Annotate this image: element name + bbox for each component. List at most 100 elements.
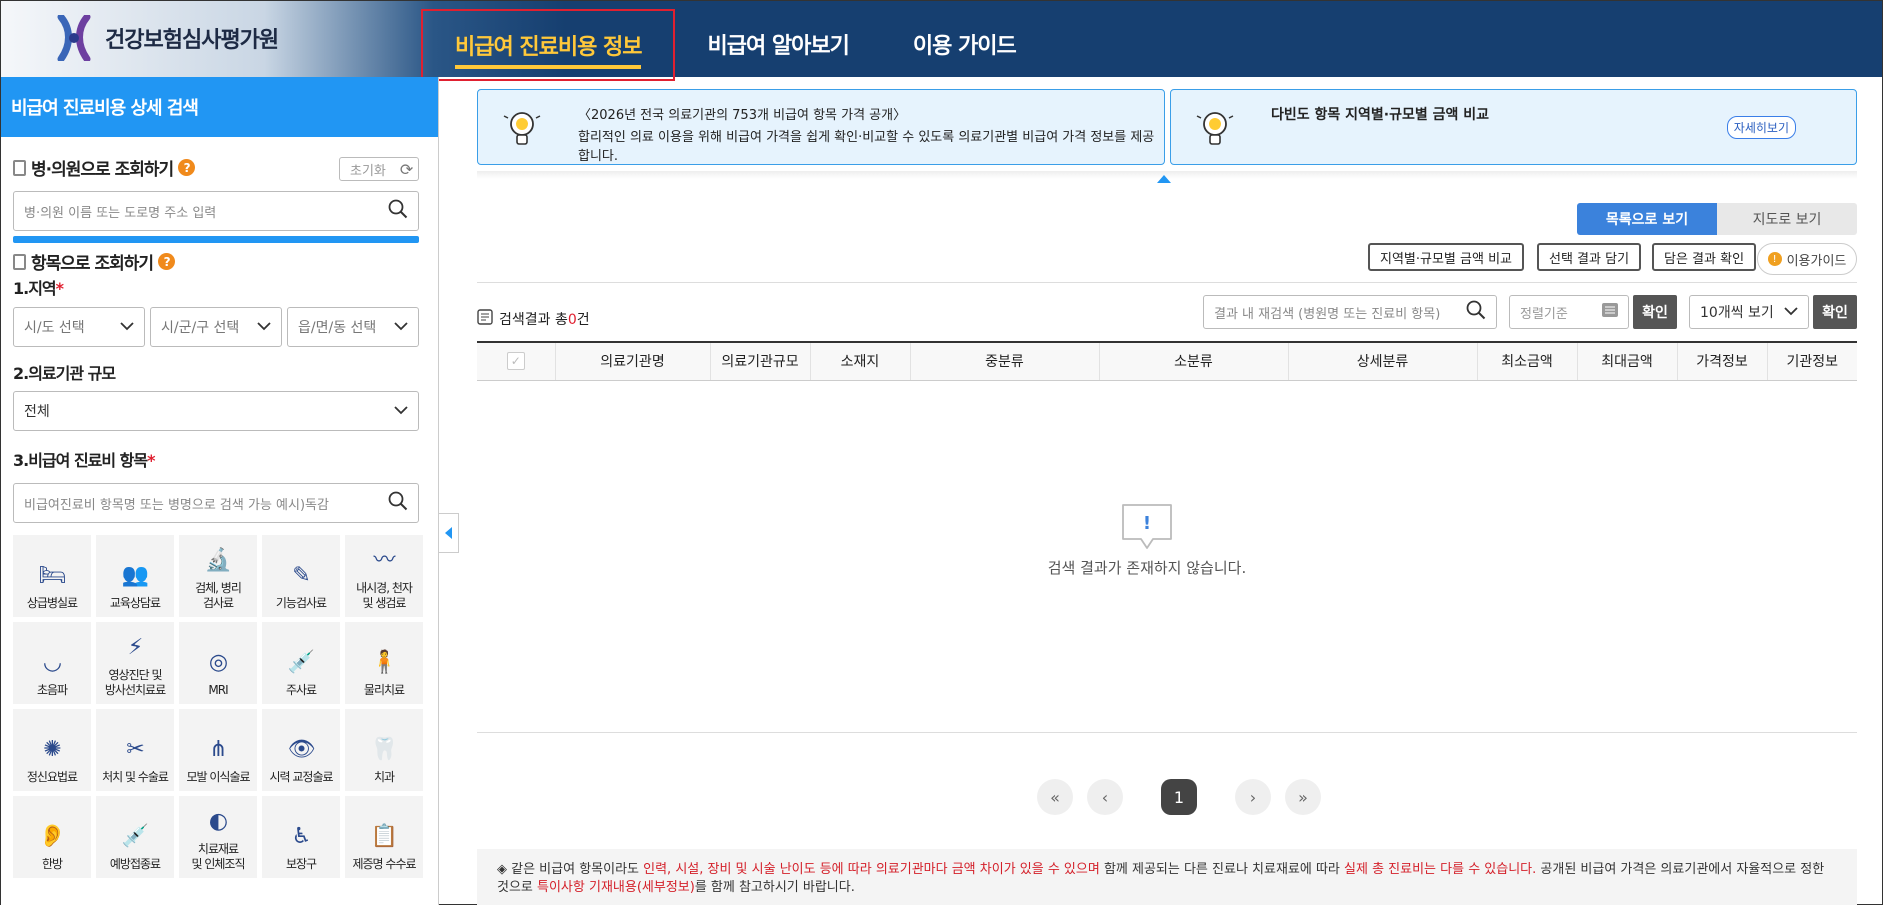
- category-tile[interactable]: 👁 시력 교정술료: [262, 709, 340, 791]
- category-label: 주사료: [285, 683, 317, 697]
- category-tile[interactable]: 💉 예방접종료: [96, 796, 174, 878]
- category-tile[interactable]: 💉 주사료: [262, 622, 340, 704]
- col-mid-category[interactable]: 중분류: [909, 341, 1099, 381]
- eupmyeondong-select[interactable]: 읍/면/동 선택: [287, 307, 419, 347]
- item-search-input[interactable]: 비급여진료비 항목명 또는 병명으로 검색 가능 예시)독감: [13, 483, 419, 523]
- help-icon[interactable]: ?: [178, 159, 196, 176]
- items-label-text: 3.비급여 진료비 항목: [13, 451, 148, 470]
- price-disclosure-banner[interactable]: 〈2026년 전국 의료기관의 753개 비급여 항목 가격 공개〉 합리적인 …: [477, 89, 1165, 165]
- category-tile[interactable]: 📋 제증명 수수료: [345, 796, 423, 878]
- category-tile[interactable]: 👥 교육상담료: [96, 535, 174, 617]
- category-tile[interactable]: 🧍 물리치료: [345, 622, 423, 704]
- table-header-row: ✓ 의료기관명 의료기관규모 소재지 중분류 소분류 상세분류 최소금액 최대금…: [477, 341, 1857, 381]
- search-icon[interactable]: [388, 491, 408, 515]
- chevron-down-icon: [257, 319, 271, 335]
- divider-bar: [13, 236, 419, 243]
- detail-view-button[interactable]: 자세히보기: [1726, 116, 1796, 139]
- category-tile[interactable]: ◐ 치료재료 및 인체조직: [179, 796, 257, 878]
- price-notice: ◈ 같은 비급여 항목이라도 인력, 시설, 장비 및 시술 난이도 등에 따라…: [477, 849, 1857, 905]
- hospital-search-input[interactable]: 병·의원 이름 또는 도로명 주소 입력: [13, 191, 419, 231]
- nav-noncovered-cost-info[interactable]: 비급여 진료비용 정보: [421, 9, 676, 81]
- site-logo[interactable]: 건강보험심사평가원: [57, 13, 279, 63]
- results-table: ✓ 의료기관명 의료기관규모 소재지 중분류 소분류 상세분류 최소금액 최대금…: [477, 341, 1857, 381]
- category-label-line2: 검사료: [202, 596, 234, 610]
- per-page-select[interactable]: 10개씩 보기: [1689, 295, 1809, 329]
- list-view-toggle[interactable]: 목록으로 보기: [1577, 203, 1717, 235]
- chevron-down-icon: [120, 319, 134, 335]
- col-location[interactable]: 소재지: [809, 341, 910, 381]
- category-label: 검체, 병리: [195, 581, 242, 595]
- category-tile[interactable]: ♿ 보장구: [262, 796, 340, 878]
- sido-select[interactable]: 시/도 선택: [13, 307, 145, 347]
- mri-icon: ◎: [208, 649, 228, 675]
- result-re-search-input[interactable]: 결과 내 재검색 (병원명 또는 진료비 항목): [1203, 295, 1497, 329]
- search-icon[interactable]: [388, 199, 408, 223]
- result-count-value: 0: [567, 312, 577, 328]
- save-selection-button[interactable]: 선택 결과 담기: [1537, 243, 1642, 271]
- category-tile[interactable]: 🛏 상급병실료: [13, 535, 91, 617]
- nav-noncovered-learn[interactable]: 비급여 알아보기: [675, 11, 880, 77]
- map-view-toggle[interactable]: 지도로 보기: [1717, 203, 1857, 235]
- category-tile[interactable]: ⋔ 모발 이식술료: [179, 709, 257, 791]
- required-mark: *: [147, 451, 155, 470]
- help-icon[interactable]: ?: [158, 253, 176, 270]
- scale-label: 2.의료기관 규모: [13, 364, 116, 383]
- category-tile[interactable]: ⚡ 영상진단 및 방사선치료료: [96, 622, 174, 704]
- category-tile[interactable]: ✺ 정신요법료: [13, 709, 91, 791]
- document-icon: [477, 309, 493, 329]
- refresh-icon: ⟳: [399, 159, 414, 179]
- usage-guide-label: 이용가이드: [1786, 253, 1847, 269]
- category-label: 치료재료: [197, 842, 239, 856]
- reset-button[interactable]: 초기화 ⟳: [339, 157, 419, 181]
- current-page[interactable]: 1: [1161, 779, 1197, 815]
- per-page-confirm-button[interactable]: 확인: [1813, 295, 1857, 329]
- search-icon[interactable]: [1466, 300, 1486, 324]
- sort-select[interactable]: 정렬기준: [1509, 295, 1629, 329]
- banner-left-title: 〈2026년 전국 의료기관의 753개 비급여 항목 가격 공개〉: [578, 108, 907, 123]
- category-tile[interactable]: ◎ MRI: [179, 622, 257, 704]
- category-tile[interactable]: 👂 한방: [13, 796, 91, 878]
- col-hospital-scale[interactable]: 의료기관규모: [709, 341, 810, 381]
- sort-confirm-button[interactable]: 확인: [1633, 295, 1677, 329]
- notice-red-1: 인력, 시설, 장비 및 시술 난이도 등에 따라 의료기관마다 금액 차이가 …: [643, 862, 1100, 877]
- caret-up-icon[interactable]: [1157, 175, 1171, 183]
- per-page-value: 10개씩 보기: [1700, 305, 1774, 321]
- frequent-item-compare-banner[interactable]: 다빈도 항목 지역별·규모별 금액 비교 자세히보기: [1170, 89, 1857, 165]
- sidebar-collapse-button[interactable]: [439, 513, 459, 553]
- empty-message: 검색 결과가 존재하지 않습니다.: [1047, 559, 1247, 577]
- category-tile[interactable]: ✎ 기능검사료: [262, 535, 340, 617]
- last-page-button[interactable]: »: [1285, 779, 1321, 815]
- category-label: 모발 이식술료: [186, 770, 250, 784]
- col-max-price[interactable]: 최대금액: [1576, 341, 1677, 381]
- category-tile[interactable]: ◡ 초음파: [13, 622, 91, 704]
- category-tile[interactable]: ✂ 처치 및 수술료: [96, 709, 174, 791]
- select-all-checkbox[interactable]: ✓: [506, 352, 525, 371]
- col-hospital-name[interactable]: 의료기관명: [554, 341, 710, 381]
- col-price-info[interactable]: 가격정보: [1676, 341, 1767, 381]
- sigungu-select-value: 시/군/구 선택: [161, 320, 240, 336]
- category-label-line2: 방사선치료료: [104, 683, 166, 697]
- result-count-prefix: 검색결과 총: [499, 312, 568, 328]
- nav-usage-guide[interactable]: 이용 가이드: [881, 11, 1048, 77]
- view-saved-button[interactable]: 담은 결과 확인: [1652, 243, 1757, 271]
- col-institution-info[interactable]: 기관정보: [1766, 341, 1857, 381]
- category-tile[interactable]: 〰 내시경, 천자 및 생검료: [345, 535, 423, 617]
- item-search-title: 항목으로 조회하기 ?: [13, 249, 176, 274]
- prev-page-button[interactable]: ‹: [1087, 779, 1123, 815]
- next-page-button[interactable]: ›: [1235, 779, 1271, 815]
- usage-guide-button[interactable]: ! 이용가이드: [1757, 243, 1857, 275]
- region-scale-compare-button[interactable]: 지역별·규모별 금액 비교: [1368, 243, 1524, 271]
- scale-select[interactable]: 전체: [13, 391, 419, 431]
- col-detail-category[interactable]: 상세분류: [1287, 341, 1477, 381]
- first-page-button[interactable]: «: [1037, 779, 1073, 815]
- sidebar-title: 비급여 진료비용 상세 검색: [1, 77, 438, 137]
- top-header: 건강보험심사평가원 비급여 진료비용 정보 비급여 알아보기 이용 가이드: [1, 1, 1882, 81]
- category-tile[interactable]: 🔬 검체, 병리 검사료: [179, 535, 257, 617]
- sigungu-select[interactable]: 시/군/구 선택: [150, 307, 282, 347]
- col-min-price[interactable]: 최소금액: [1476, 341, 1577, 381]
- category-tile[interactable]: 🦷 치과: [345, 709, 423, 791]
- col-sub-category[interactable]: 소분류: [1098, 341, 1288, 381]
- lightbulb-icon: [500, 106, 544, 154]
- list-icon: [1602, 303, 1618, 321]
- logo-icon: [57, 13, 91, 63]
